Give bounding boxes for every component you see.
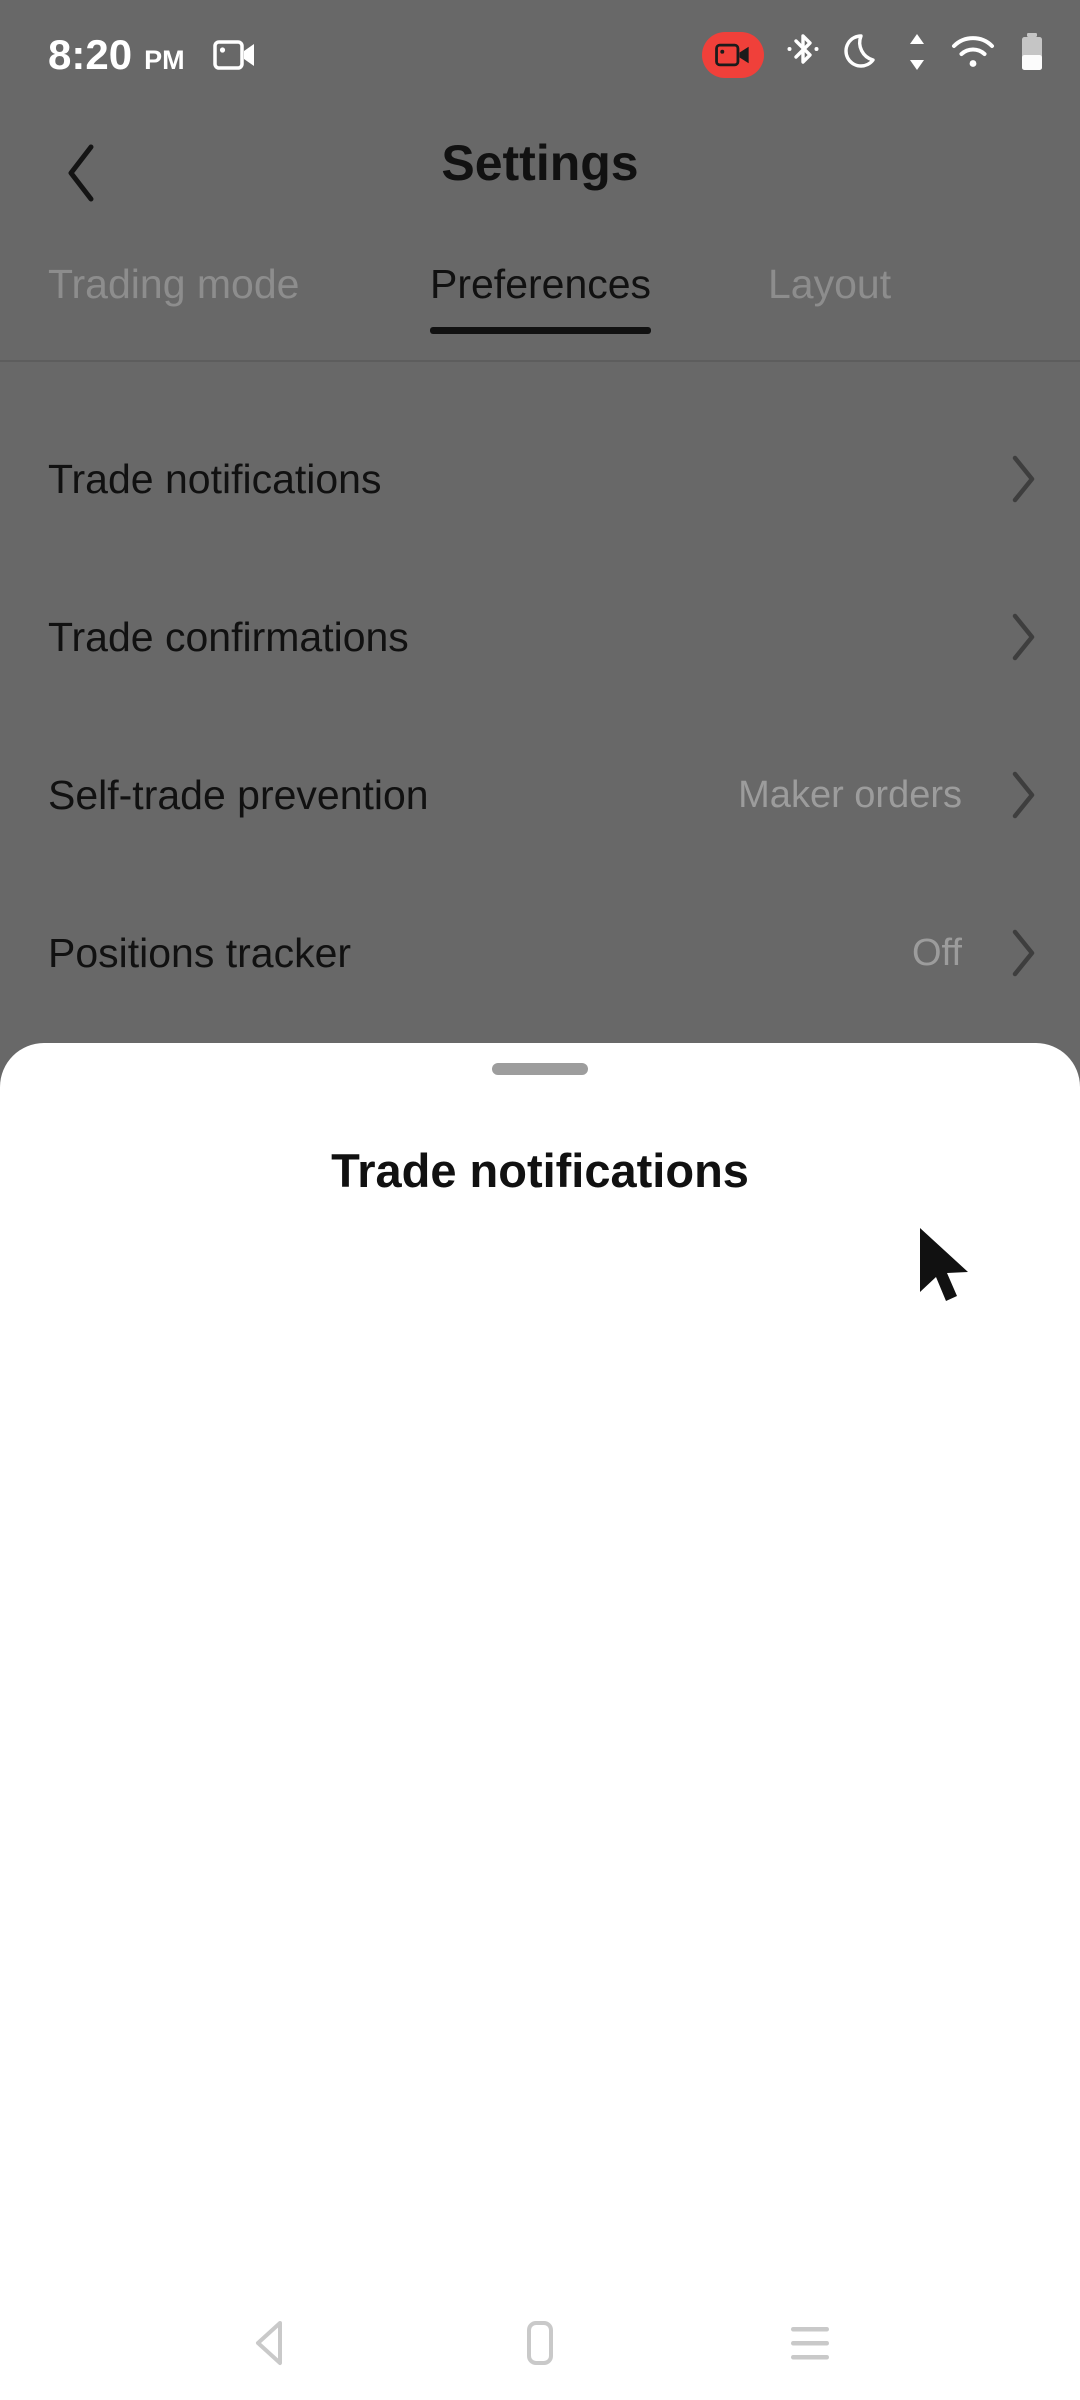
chevron-right-icon — [1008, 453, 1038, 505]
settings-row-trade-confirmations[interactable]: Trade confirmations — [0, 558, 1080, 716]
settings-row-value: Maker orders — [738, 773, 962, 816]
battery-icon — [1018, 31, 1046, 78]
tab-divider — [0, 360, 1080, 362]
status-bar-time: 8:20 — [48, 31, 133, 78]
screen-record-icon — [702, 31, 764, 78]
bluetooth-icon — [786, 31, 820, 78]
nav-home-button[interactable] — [450, 2290, 630, 2400]
rounded-square-icon — [520, 2318, 560, 2373]
tab-trading-mode[interactable]: Trading mode — [48, 260, 299, 334]
do-not-disturb-moon-icon — [842, 30, 884, 79]
settings-row-positions-tracker[interactable]: Positions tracker Off — [0, 874, 1080, 1032]
settings-row-label: Self-trade prevention — [48, 771, 429, 818]
wifi-icon — [950, 34, 996, 75]
settings-row-self-trade-prevention[interactable]: Self-trade prevention Maker orders — [0, 716, 1080, 874]
hamburger-lines-icon — [787, 2322, 833, 2369]
tab-preferences[interactable]: Preferences — [430, 260, 652, 334]
screen-record-indicator-icon — [212, 38, 257, 77]
chevron-right-icon — [1008, 927, 1038, 979]
status-bar-right — [702, 30, 1046, 79]
nav-recents-button[interactable] — [720, 2290, 900, 2400]
tab-bar: Trading mode Preferences Layout — [0, 248, 1080, 360]
settings-row-label: Positions tracker — [48, 929, 352, 976]
status-bar-left: 8:20 PM — [48, 32, 257, 83]
trade-notifications-bottom-sheet: Trade notifications TP/SL orders Get not… — [0, 1043, 1080, 2400]
status-bar: 8:20 PM — [0, 0, 1080, 108]
chevron-right-icon — [1008, 611, 1038, 663]
settings-row-value: Off — [912, 931, 962, 974]
tab-layout[interactable]: Layout — [768, 260, 891, 334]
settings-row-label: Trade confirmations — [48, 613, 409, 660]
settings-row-label: Trade notifications — [48, 455, 382, 502]
drag-handle[interactable] — [492, 1063, 588, 1075]
phone-screen: 8:20 PM Settings Trading mode Preference… — [0, 0, 1080, 2400]
nav-back-button[interactable] — [180, 2290, 360, 2400]
sheet-title: Trade notifications — [331, 1144, 749, 1197]
page-title: Settings — [441, 135, 639, 191]
android-nav-bar — [0, 2290, 1080, 2400]
app-header: Settings — [0, 116, 1080, 226]
chevron-right-icon — [1008, 769, 1038, 821]
settings-row-trade-notifications[interactable]: Trade notifications — [0, 400, 1080, 558]
data-transfer-arrows-icon — [906, 31, 928, 78]
status-bar-ampm: PM — [144, 45, 185, 75]
triangle-left-icon — [248, 2318, 292, 2373]
